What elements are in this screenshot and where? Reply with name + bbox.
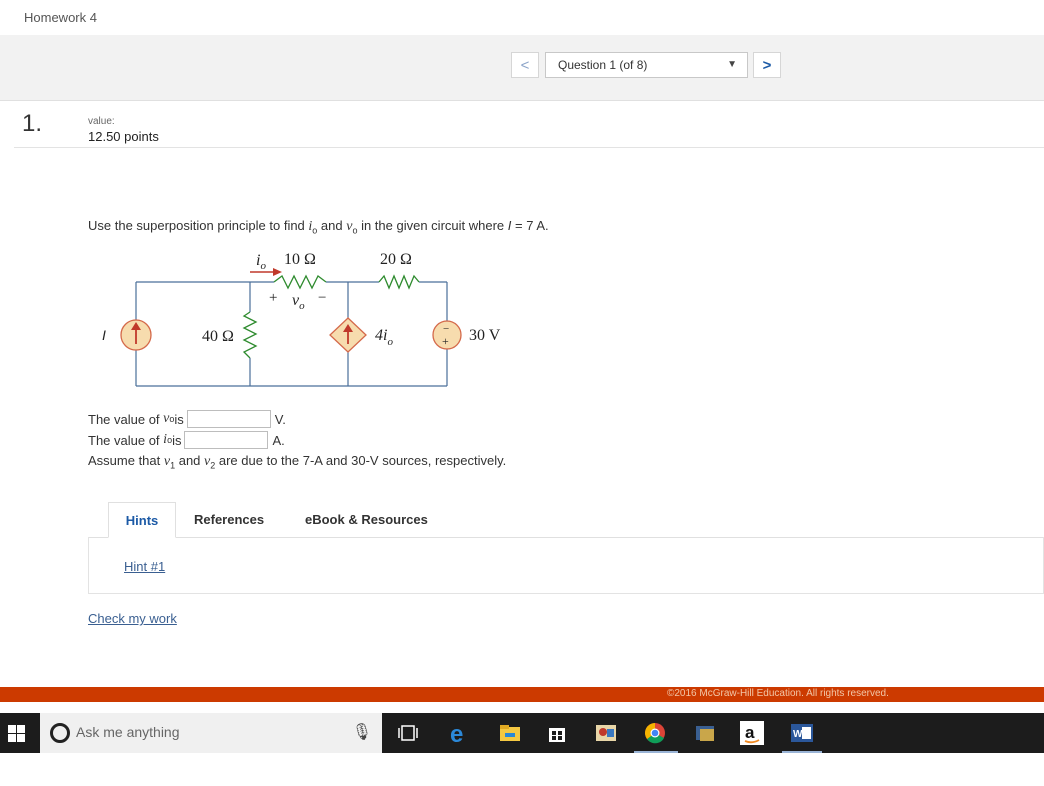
tab-references[interactable]: References [194, 502, 264, 538]
taskbar: Ask me anything 🎙︎ e a W [0, 713, 1044, 753]
io-unit: A. [272, 432, 285, 448]
microphone-icon[interactable]: 🎙︎ [352, 722, 372, 742]
edge-icon[interactable]: e [446, 719, 474, 747]
word-active-indicator [782, 751, 822, 753]
answer-vo-is: is [174, 411, 184, 427]
tab-ebook-resources[interactable]: eBook & Resources [305, 502, 428, 538]
tab-hints[interactable]: Hints [108, 502, 176, 538]
value-points: 12.50 points [88, 129, 159, 144]
vo-plus: + [269, 290, 277, 306]
resistor-10-ohm [273, 274, 327, 290]
answer-io-is: is [172, 432, 182, 448]
svg-text:e: e [450, 721, 463, 745]
vo-label: vo [292, 292, 305, 312]
resistor-20-label: 20 Ω [380, 251, 412, 268]
dependent-source-label: 4io [375, 327, 393, 348]
answer-vo-prefix: The value of [88, 411, 160, 427]
chrome-icon[interactable] [641, 719, 669, 747]
word-icon[interactable]: W [788, 719, 816, 747]
prompt-text-3: in the given circuit where [357, 218, 508, 233]
next-question-button[interactable]: > [753, 52, 781, 78]
photo-icon[interactable] [592, 719, 620, 747]
value-label: value: [88, 116, 115, 127]
amazon-icon[interactable]: a [738, 719, 766, 747]
assume-text-3: are due to the 7-A and 30-V sources, res… [215, 453, 507, 468]
question-nav-bar: < Question 1 (of 8) ▼ > [0, 35, 1044, 101]
question-select[interactable]: Question 1 (of 8) ▼ [545, 52, 748, 78]
io-arrow-head [273, 268, 282, 276]
io-label: io [256, 252, 266, 272]
question-prompt: Use the superposition principle to find … [88, 218, 549, 236]
io-answer-input[interactable] [184, 431, 269, 449]
file-explorer-icon[interactable] [496, 719, 524, 747]
resistor-10-label: 10 Ω [284, 251, 316, 268]
cortana-search-box[interactable]: Ask me anything 🎙︎ [40, 713, 382, 753]
hint-1-link[interactable]: Hint #1 [124, 559, 165, 574]
svg-text:a: a [745, 723, 755, 742]
chrome-active-indicator [634, 751, 678, 753]
cortana-icon [50, 723, 70, 743]
question-number: 1. [22, 110, 43, 137]
vo-minus: − [318, 290, 326, 306]
current-source-label: I [102, 327, 106, 343]
assume-text-1: Assume that [88, 453, 164, 468]
answer-row-vo: The value of vo is V. [88, 410, 286, 428]
chevron-down-icon: ▼ [727, 59, 737, 70]
copyright-text: ©2016 McGraw-Hill Education. All rights … [667, 688, 889, 699]
prompt-text-1: Use the superposition principle to find [88, 218, 309, 233]
voltage-source-plus: + [442, 334, 449, 348]
previous-question-button[interactable]: < [511, 52, 539, 78]
resistor-40-label: 40 Ω [202, 328, 234, 345]
hint-panel [88, 537, 1044, 594]
question-select-value: Question 1 (of 8) [558, 58, 648, 72]
resistor-20-ohm [378, 274, 420, 290]
windows-icon[interactable] [8, 725, 25, 742]
app-icon[interactable] [692, 719, 720, 747]
resistor-40-ohm [242, 311, 258, 359]
task-view-icon[interactable] [394, 719, 422, 747]
answer-row-io: The value of io is A. [88, 431, 285, 449]
prompt-text-4: = 7 A. [511, 218, 549, 233]
assumption-text: Assume that v1 and v2 are due to the 7-A… [88, 453, 506, 471]
circuit-diagram: io 10 Ω 20 Ω + vo − I 40 Ω 4io − + 30 V [102, 251, 501, 387]
svg-text:W: W [793, 729, 803, 740]
search-placeholder: Ask me anything [76, 724, 180, 740]
answer-io-prefix: The value of [88, 432, 160, 448]
divider [14, 147, 1044, 148]
store-icon[interactable] [543, 719, 571, 747]
voltage-source-label: 30 V [469, 327, 501, 344]
assume-text-2: and [175, 453, 205, 468]
vo-unit: V. [274, 411, 286, 427]
prompt-text-2: and [317, 218, 347, 233]
vo-answer-input[interactable] [186, 410, 271, 428]
check-my-work-link[interactable]: Check my work [88, 611, 177, 626]
homework-title: Homework 4 [24, 10, 97, 25]
